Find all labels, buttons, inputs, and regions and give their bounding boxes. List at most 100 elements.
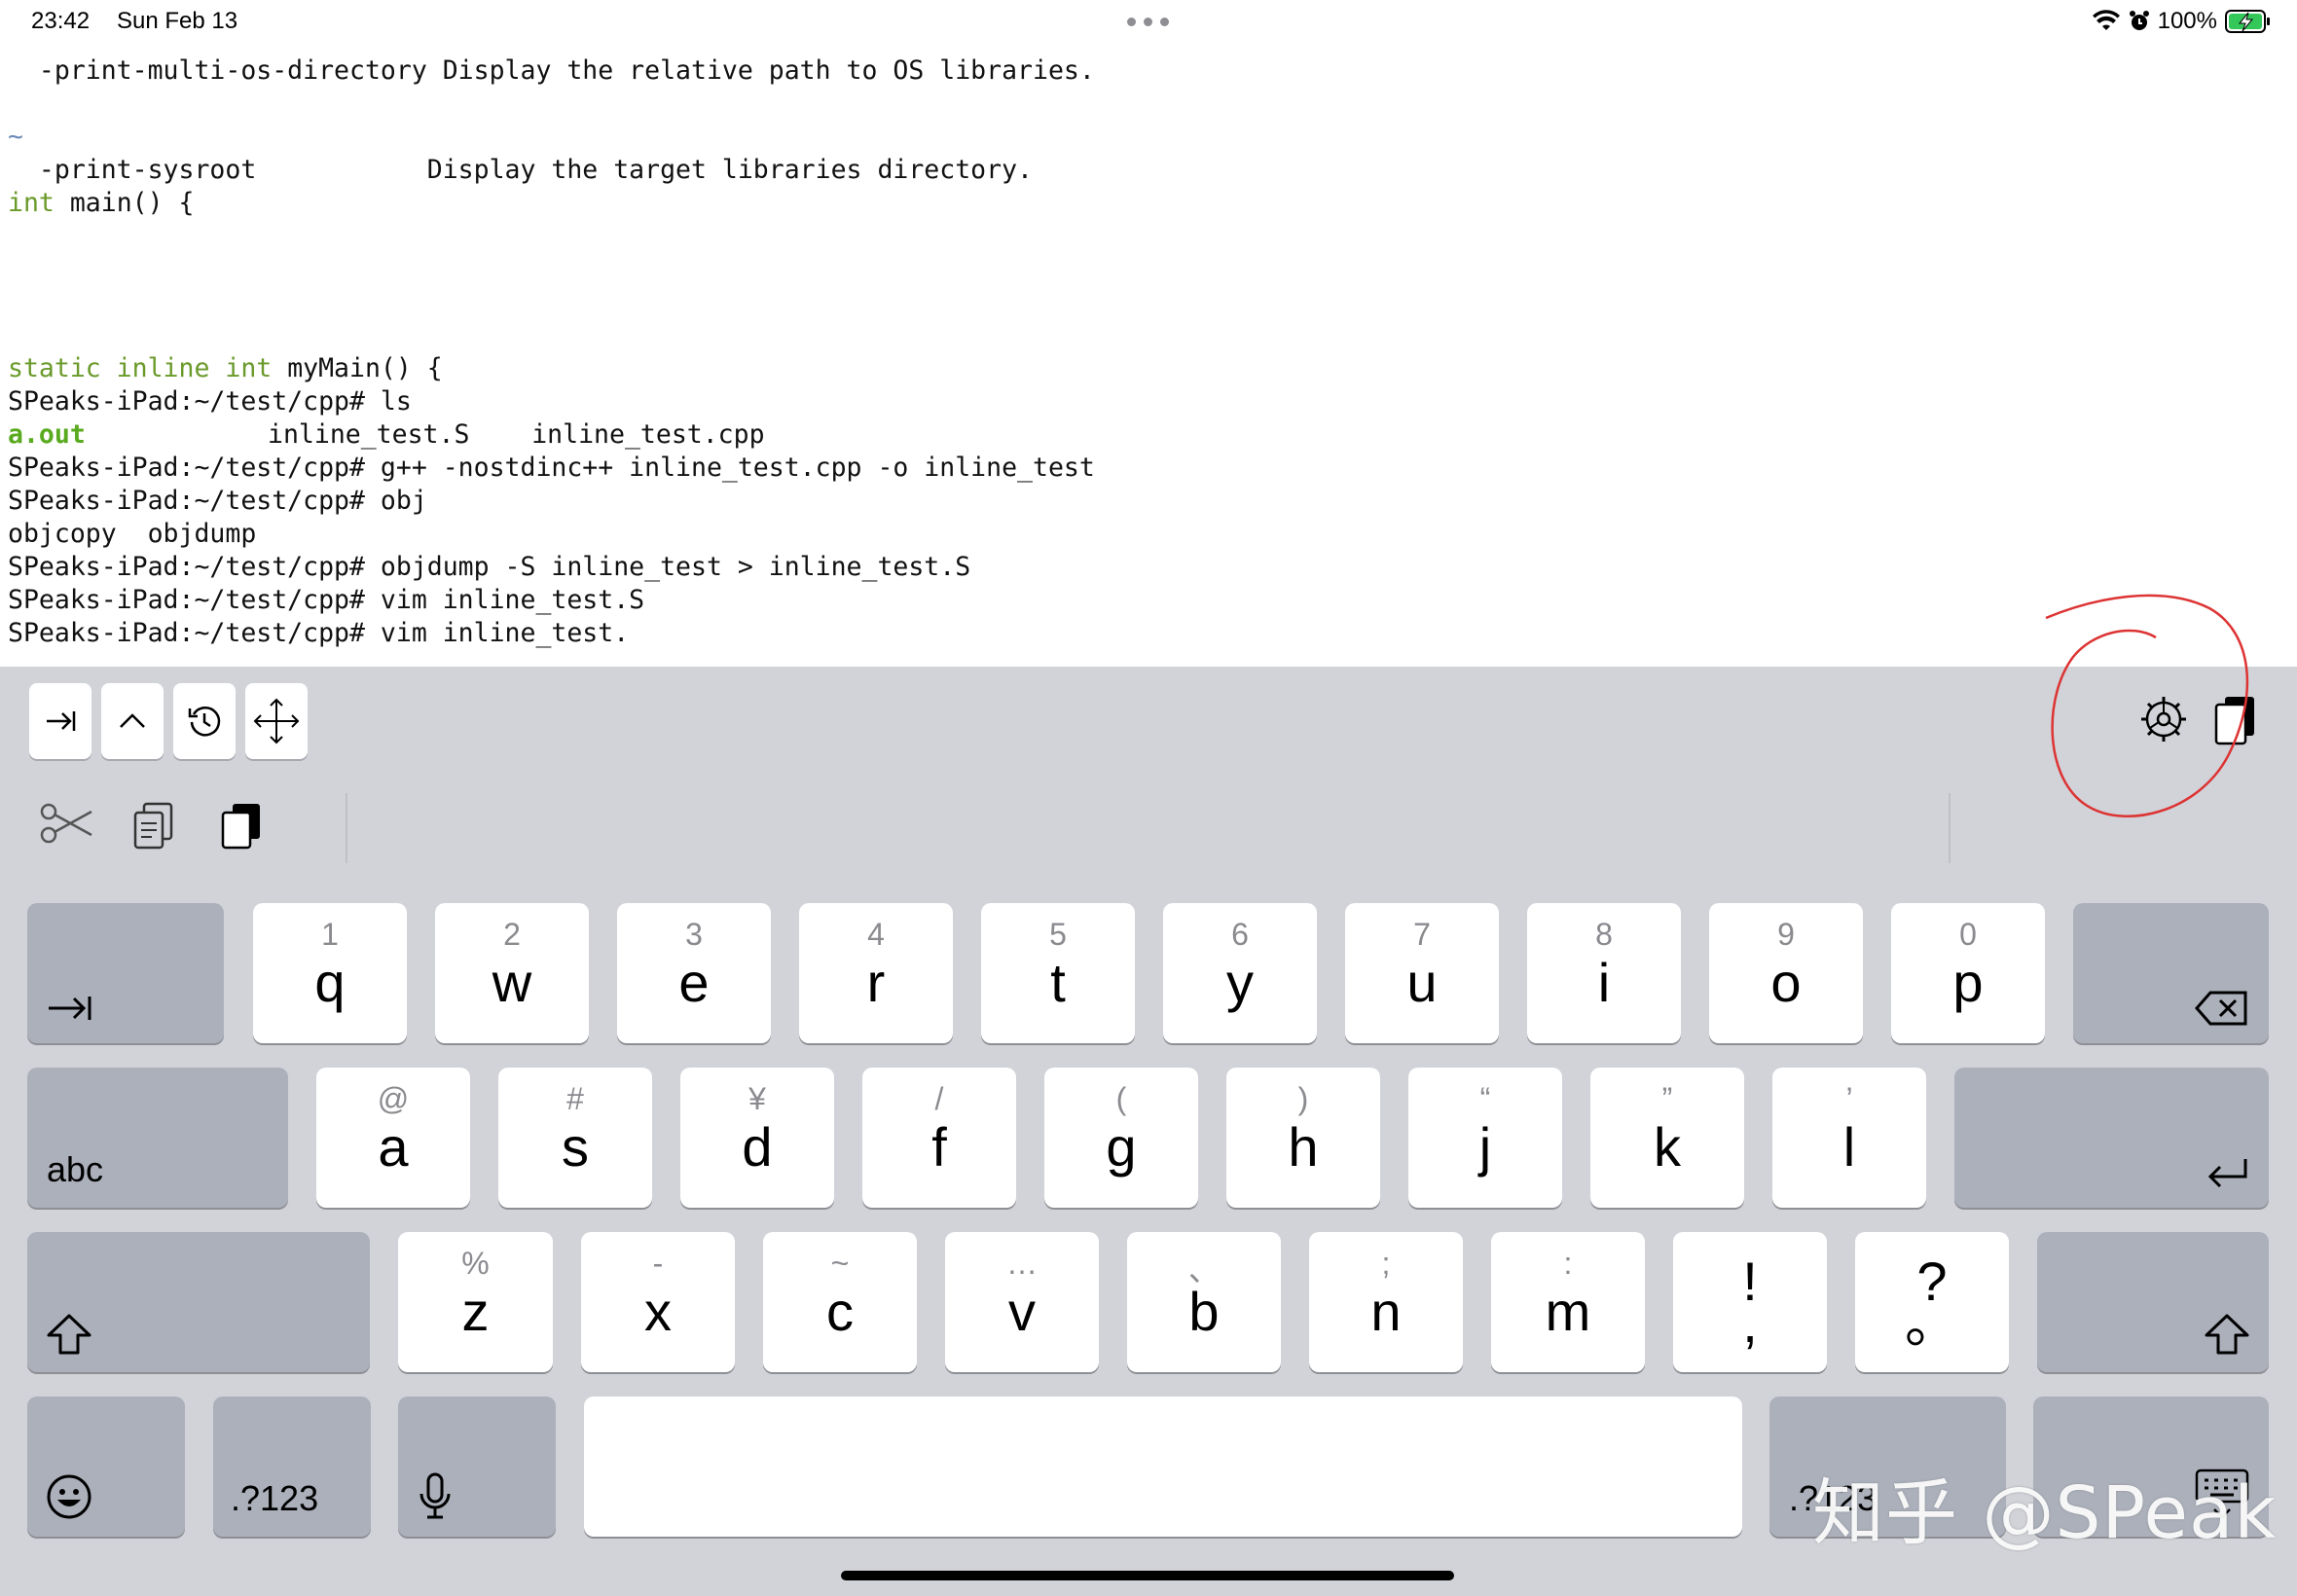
cut-button[interactable] <box>39 800 95 847</box>
key-primary: a <box>378 1116 409 1178</box>
vim-tilde: ~ <box>8 122 23 152</box>
key-primary: e <box>678 952 710 1013</box>
key-w[interactable]: 2w <box>435 903 589 1043</box>
key-primary: f <box>931 1116 947 1178</box>
key-u[interactable]: 7u <box>1345 903 1499 1043</box>
key-e[interactable]: 3e <box>617 903 771 1043</box>
key-secondary: 9 <box>1777 917 1795 952</box>
space-key[interactable] <box>584 1396 1742 1537</box>
code-text: myMain() { <box>287 353 443 383</box>
terminal-line: inline_test.S inline_test.cpp <box>268 419 765 450</box>
status-date: Sun Feb 13 <box>117 8 238 34</box>
shift-key-left[interactable] <box>27 1232 370 1372</box>
key-i[interactable]: 8i <box>1527 903 1681 1043</box>
arrow-keys-button[interactable] <box>245 683 308 759</box>
delete-key[interactable] <box>2073 903 2269 1043</box>
battery-charging-icon <box>2225 10 2270 33</box>
terminal-line: SPeaks-iPad:~/test/cpp# vim inline_test. <box>8 618 630 648</box>
move-arrows-icon <box>253 698 300 744</box>
key-c[interactable]: ~ c <box>763 1232 917 1372</box>
key-primary: , <box>1742 1292 1758 1354</box>
abc-label: abc <box>47 1149 104 1189</box>
tab-icon <box>49 997 91 1020</box>
key-g[interactable]: (g <box>1044 1068 1198 1208</box>
copy-button[interactable] <box>130 800 177 852</box>
key-primary: t <box>1050 952 1066 1013</box>
terminal-line: -print-sysroot Display the target librar… <box>8 155 1033 185</box>
key-k[interactable]: ” k <box>1590 1068 1744 1208</box>
numbers-key[interactable]: .?123 <box>213 1396 371 1537</box>
key-d[interactable]: ¥ d <box>680 1068 834 1208</box>
key-secondary: # <box>566 1081 584 1116</box>
terminal-line: SPeaks-iPad:~/test/cpp# obj <box>8 486 427 516</box>
key-x[interactable]: -x <box>581 1232 735 1372</box>
numbers-label: .?123 <box>231 1478 319 1518</box>
key-o[interactable]: 9o <box>1709 903 1863 1043</box>
key-primary: q <box>314 952 346 1013</box>
chevron-up-icon <box>120 713 145 728</box>
key-secondary: 8 <box>1595 917 1613 952</box>
key-secondary: 0 <box>1959 917 1977 952</box>
history-icon <box>188 707 221 737</box>
shift-icon <box>2205 1314 2249 1355</box>
key-secondary: ; <box>1381 1246 1391 1281</box>
key-secondary: 2 <box>503 917 521 952</box>
key-z[interactable]: % z <box>398 1232 553 1372</box>
key-primary: i <box>1597 952 1611 1013</box>
emoji-key[interactable] <box>27 1396 185 1537</box>
key-t[interactable]: 5t <box>981 903 1135 1043</box>
paste-button[interactable] <box>218 800 265 852</box>
separator <box>346 793 347 863</box>
key-b[interactable]: 、 b <box>1127 1232 1281 1372</box>
tab-key-button[interactable] <box>29 683 91 759</box>
microphone-icon <box>419 1472 451 1519</box>
key-secondary: 3 <box>685 917 703 952</box>
shift-key-right[interactable] <box>2037 1232 2269 1372</box>
key-a[interactable]: @ a <box>316 1068 470 1208</box>
key-primary: j <box>1478 1116 1492 1178</box>
home-indicator[interactable] <box>841 1571 1454 1580</box>
key-secondary: 6 <box>1231 917 1249 952</box>
key-secondary: : <box>1563 1246 1573 1281</box>
key-primary: c <box>826 1281 854 1342</box>
key-primary: p <box>1952 952 1984 1013</box>
scissors-icon <box>40 803 92 844</box>
key-primary: m <box>1545 1281 1591 1342</box>
separator <box>1949 793 1951 863</box>
key-secondary: 7 <box>1413 917 1431 952</box>
key-primary: x <box>644 1281 672 1342</box>
key-f[interactable]: / f <box>862 1068 1016 1208</box>
key-h[interactable]: ) h <box>1226 1068 1380 1208</box>
key-period[interactable]: ?。 <box>1855 1232 2009 1372</box>
key-secondary: ¥ <box>748 1081 766 1116</box>
history-button[interactable] <box>173 683 236 759</box>
key-n[interactable]: ; n <box>1309 1232 1463 1372</box>
return-key[interactable] <box>1954 1068 2269 1208</box>
key-q[interactable]: 1q <box>253 903 407 1043</box>
terminal-line: a.out <box>8 418 86 452</box>
code-text: main() { <box>69 188 195 218</box>
tab-key[interactable] <box>27 903 224 1043</box>
watermark: 知乎 @SPeak <box>1812 1471 2278 1555</box>
key-secondary: - <box>652 1246 664 1281</box>
multitasking-dots[interactable] <box>1127 18 1169 26</box>
key-primary: n <box>1370 1281 1402 1342</box>
key-l[interactable]: ’ l <box>1772 1068 1926 1208</box>
ctrl-button[interactable] <box>101 683 164 759</box>
dictation-key[interactable] <box>398 1396 556 1537</box>
key-m[interactable]: :m <box>1491 1232 1645 1372</box>
key-primary: z <box>461 1281 490 1342</box>
key-s[interactable]: # s <box>498 1068 652 1208</box>
return-icon <box>2207 1159 2247 1188</box>
key-secondary: … <box>1006 1246 1038 1281</box>
key-y[interactable]: 6y <box>1163 903 1317 1043</box>
key-p[interactable]: 0p <box>1891 903 2045 1043</box>
key-v[interactable]: … v <box>945 1232 1099 1372</box>
terminal-line: -print-multi-os-directory Display the re… <box>8 55 1095 86</box>
terminal-output[interactable]: -print-multi-os-directory Display the re… <box>8 54 2285 658</box>
key-j[interactable]: “j <box>1408 1068 1562 1208</box>
key-comma[interactable]: !, <box>1673 1232 1827 1372</box>
key-r[interactable]: 4r <box>799 903 953 1043</box>
key-secondary: / <box>934 1081 944 1116</box>
abc-key[interactable]: abc <box>27 1068 288 1208</box>
